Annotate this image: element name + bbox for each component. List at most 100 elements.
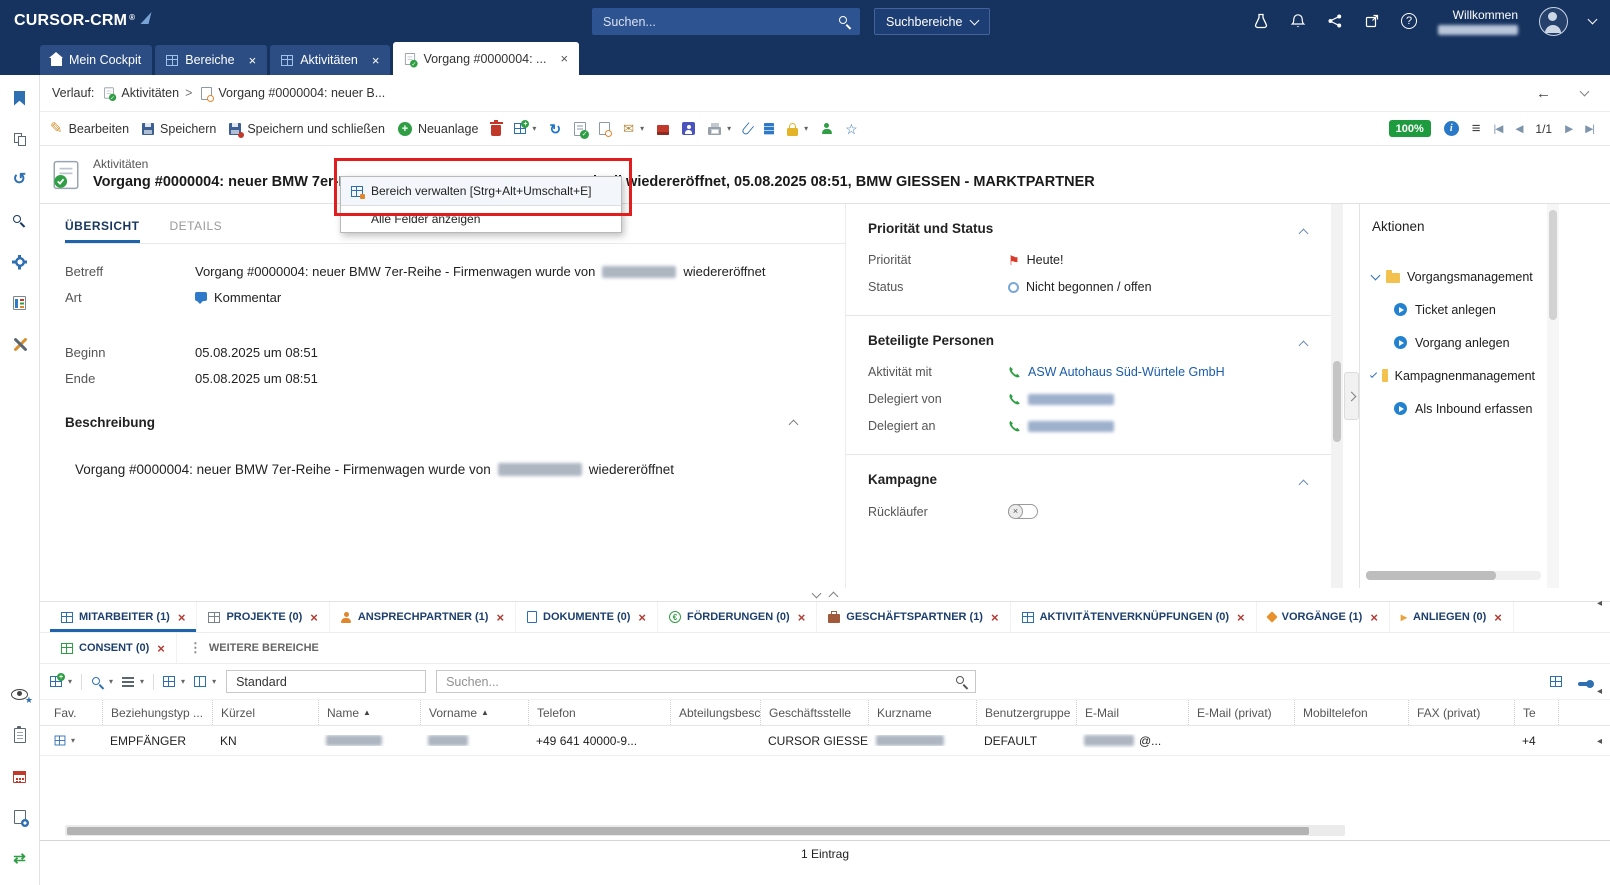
next-page-icon[interactable]: ▶	[1565, 123, 1572, 135]
collapse-left-icon[interactable]: ◂	[1597, 736, 1602, 747]
calendar-icon[interactable]	[13, 771, 26, 783]
tab-vorgang[interactable]: Vorgang #0000004: ... ×	[393, 42, 579, 75]
subtab-aktivitaetenverknuepfungen[interactable]: AKTIVITÄTENVERKNÜPFUNGEN (0) ×	[1011, 602, 1257, 632]
menu-icon[interactable]: ≡	[1472, 120, 1481, 137]
view-selector[interactable]	[226, 670, 426, 693]
share-icon[interactable]	[1327, 13, 1343, 29]
partner-link[interactable]: ASW Autohaus Süd-Würtele GmbH	[1028, 365, 1225, 379]
grid-add-button[interactable]: + ▾	[50, 676, 72, 687]
close-icon[interactable]: ×	[1370, 611, 1378, 624]
signature-icon[interactable]	[657, 125, 669, 135]
paperclip-icon[interactable]	[741, 122, 754, 136]
tools-icon[interactable]	[12, 337, 27, 352]
column-header-kurzname[interactable]: Kurzname	[868, 700, 976, 725]
close-icon[interactable]: ×	[178, 611, 186, 624]
action-ticket-anlegen[interactable]: Ticket anlegen	[1372, 293, 1535, 326]
report-icon[interactable]	[764, 123, 774, 135]
column-header-vorname[interactable]: Vorname▲	[420, 700, 528, 725]
column-header-fax[interactable]: FAX (privat)	[1408, 700, 1514, 725]
column-header-email-privat[interactable]: E-Mail (privat)	[1188, 700, 1294, 725]
info-icon[interactable]: i	[1444, 121, 1459, 136]
column-header-fav[interactable]: Fav.	[40, 700, 102, 725]
search-icon[interactable]	[838, 15, 851, 28]
user-menu-chevron-icon[interactable]	[1588, 15, 1598, 25]
catalog-icon[interactable]	[13, 296, 26, 310]
subtab-foerderungen[interactable]: € FÖRDERUNGEN (0) ×	[658, 602, 817, 632]
search-icon[interactable]	[955, 675, 968, 688]
subtab-mitarbeiter[interactable]: MITARBEITER (1) ×	[50, 602, 197, 632]
action-vorgang-anlegen[interactable]: Vorgang anlegen	[1372, 326, 1535, 359]
history-dropdown-icon[interactable]	[1580, 87, 1590, 97]
collapse-up-icon[interactable]	[829, 592, 839, 602]
assign-person-icon[interactable]	[821, 123, 832, 134]
watch-favorites-icon[interactable]	[11, 689, 28, 700]
zoom-badge[interactable]: 100%	[1389, 120, 1431, 137]
tab-mein-cockpit[interactable]: Mein Cockpit	[40, 45, 152, 75]
collapse-icon[interactable]	[789, 420, 799, 430]
grid-view-button[interactable]: ▾	[163, 676, 185, 687]
teams-icon[interactable]	[682, 122, 695, 135]
column-header-telefon[interactable]: Telefon	[528, 700, 670, 725]
subtab-consent[interactable]: CONSENT (0) ×	[50, 633, 177, 663]
column-header-name[interactable]: Name▲	[318, 700, 420, 725]
breadcrumb-item-vorgang[interactable]: Vorgang #0000004: neuer B...	[201, 86, 385, 100]
favorite-icon[interactable]: ☆	[845, 122, 858, 136]
column-header-kuerzel[interactable]: Kürzel	[212, 700, 318, 725]
subtab-anliegen[interactable]: ▸ ANLIEGEN (0) ×	[1390, 602, 1514, 632]
grid-list-button[interactable]: ▾	[122, 677, 144, 687]
actions-horizontal-scrollbar[interactable]	[1366, 571, 1541, 580]
last-page-icon[interactable]: ▶|	[1585, 123, 1594, 135]
close-icon[interactable]: ×	[496, 611, 504, 624]
email-button[interactable]: ✉ ▾	[623, 122, 644, 135]
close-icon[interactable]: ×	[991, 611, 999, 624]
new-record-button[interactable]: + Neuanlage	[398, 122, 478, 136]
first-page-icon[interactable]: |◀	[1494, 123, 1503, 135]
close-icon[interactable]: ×	[1494, 611, 1502, 624]
tab-aktivitaeten[interactable]: Aktivitäten ×	[270, 45, 390, 75]
close-icon[interactable]: ×	[372, 54, 380, 67]
subtab-geschaeftspartner[interactable]: GESCHÄFTSPARTNER (1) ×	[817, 602, 1010, 632]
refresh-icon[interactable]: ↻	[549, 122, 561, 136]
tab-uebersicht[interactable]: ÜBERSICHT	[65, 219, 140, 243]
print-button[interactable]: ▾	[708, 123, 731, 135]
grid-horizontal-scrollbar[interactable]	[65, 825, 1345, 836]
column-header-abteilung[interactable]: Abteilungsbesc...	[670, 700, 760, 725]
more-areas-button[interactable]: ⋮ WEITERE BEREICHE	[177, 640, 331, 656]
prev-page-icon[interactable]: ◀	[1515, 123, 1522, 135]
column-header-beziehungstyp[interactable]: Beziehungstyp ...	[102, 700, 212, 725]
help-icon[interactable]: ?	[1401, 13, 1417, 29]
clipboard-icon[interactable]	[14, 728, 26, 743]
vertical-scrollbar[interactable]	[1331, 204, 1343, 588]
close-icon[interactable]: ×	[310, 611, 318, 624]
close-icon[interactable]: ×	[560, 52, 568, 65]
back-arrow-icon[interactable]: ←	[1536, 85, 1551, 102]
flask-icon[interactable]	[1253, 13, 1269, 29]
global-search-input[interactable]	[601, 14, 838, 30]
close-icon[interactable]: ×	[798, 611, 806, 624]
subtab-vorgaenge[interactable]: VORGÄNGE (1) ×	[1257, 602, 1390, 632]
grid-columns-button[interactable]: ▾	[194, 676, 216, 687]
action-group-vorgangsmanagement[interactable]: Vorgangsmanagement	[1372, 260, 1535, 293]
save-close-button[interactable]: Speichern und schließen	[229, 122, 385, 136]
search-areas-button[interactable]: Suchbereiche	[874, 8, 990, 35]
bookmark-icon[interactable]	[14, 91, 25, 106]
menu-item-alle-felder-anzeigen[interactable]: Alle Felder anzeigen	[341, 206, 621, 232]
subtab-projekte[interactable]: PROJEKTE (0) ×	[197, 602, 329, 632]
right-vertical-scrollbar[interactable]	[1547, 204, 1559, 588]
collapse-down-icon[interactable]	[812, 588, 822, 598]
inspect-icon[interactable]	[599, 122, 610, 135]
close-icon[interactable]: ×	[157, 642, 165, 655]
history-icon[interactable]: ↺	[13, 172, 26, 188]
column-header-geschaeftsstelle[interactable]: Geschäftsstelle	[760, 700, 868, 725]
action-als-inbound-erfassen[interactable]: Als Inbound erfassen	[1372, 392, 1535, 425]
pin-icon[interactable]	[1578, 682, 1590, 686]
save-button[interactable]: Speichern	[142, 122, 216, 136]
column-header-benutzergruppe[interactable]: Benutzergruppe	[976, 700, 1076, 725]
subtab-dokumente[interactable]: DOKUMENTE (0) ×	[516, 602, 658, 632]
grid-filter-button[interactable]: ▾	[91, 676, 113, 688]
chevron-down-icon[interactable]: ▾	[71, 737, 75, 745]
breadcrumb-item-aktivitaeten[interactable]: Aktivitäten >	[103, 86, 192, 100]
ruecklaeufer-toggle[interactable]: ×	[1008, 504, 1038, 519]
table-row[interactable]: ▾ EMPFÄNGER KN +49 641 40000-9... CURSOR…	[40, 726, 1610, 756]
close-icon[interactable]: ×	[249, 54, 257, 67]
